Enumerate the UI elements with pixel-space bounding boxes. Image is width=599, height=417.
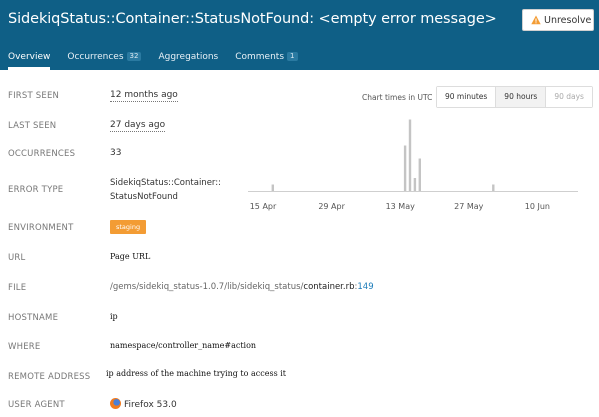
tab-comments[interactable]: Comments 1 (235, 45, 298, 70)
hostname-value: ip (110, 312, 118, 321)
where-label: WHERE (8, 342, 41, 352)
chart-times-note: Chart times in UTC (362, 93, 433, 102)
page-title: SidekiqStatus::Container::StatusNotFound… (8, 11, 497, 27)
user-agent-value: Firefox 53.0 (110, 398, 177, 410)
tab-occurrences[interactable]: Occurrences 32 (67, 45, 142, 70)
remote-address-label: REMOTE ADDRESS (8, 372, 91, 382)
warning-icon (531, 15, 541, 25)
last-seen-value[interactable]: 27 days ago (110, 120, 166, 132)
file-label: FILE (8, 283, 27, 293)
where-value: namespace/controller_name#action (110, 341, 257, 350)
issue-header: SidekiqStatus::Container::StatusNotFound… (0, 0, 599, 70)
file-line-link[interactable]: 149 (357, 282, 373, 292)
url-label: URL (8, 253, 26, 263)
error-type-value-line1: SidekiqStatus::Container:: (110, 178, 221, 188)
x-tick-label: 27 May (454, 202, 484, 211)
environment-badge: staging (110, 220, 147, 234)
chart-bar[interactable] (271, 184, 274, 192)
range-90-minutes-button[interactable]: 90 minutes (437, 87, 497, 107)
occurrences-value: 33 (110, 148, 122, 158)
unresolve-button[interactable]: Unresolve (522, 9, 594, 31)
occurrences-label: OCCURRENCES (8, 149, 76, 159)
range-90-hours-button[interactable]: 90 hours (496, 87, 547, 107)
tab-aggregations[interactable]: Aggregations (158, 45, 218, 70)
chart-bar[interactable] (418, 158, 421, 192)
hostname-label: HOSTNAME (8, 313, 59, 323)
x-tick-label: 10 Jun (525, 202, 550, 211)
user-agent-label: USER AGENT (8, 400, 65, 410)
remote-address-value: ip address of the machine trying to acce… (106, 369, 286, 378)
tab-label: Overview (8, 52, 51, 62)
file-path[interactable]: /gems/sidekiq_status-1.0.7/lib/sidekiq_s… (110, 282, 374, 292)
comments-count-badge: 1 (287, 52, 298, 61)
occurrences-count-badge: 32 (126, 52, 142, 61)
chart-bar[interactable] (408, 119, 412, 192)
firefox-icon (110, 398, 121, 409)
tab-label: Comments (235, 52, 285, 62)
file-name: container.rb (303, 282, 355, 292)
url-value: Page URL (110, 252, 151, 261)
tab-label: Occurrences (67, 52, 124, 62)
file-path-prefix: /gems/sidekiq_status-1.0.7/lib/sidekiq_s… (110, 282, 304, 292)
tab-overview[interactable]: Overview (8, 45, 51, 70)
occurrence-chart: 15 Apr29 Apr13 May27 May10 Jun24 Jun8 Ju… (248, 119, 578, 211)
chart-bar[interactable] (403, 145, 407, 192)
x-tick-label: 15 Apr (250, 202, 277, 211)
tab-bar: Overview Occurrences 32 Aggregations Comm… (0, 45, 298, 70)
tab-label: Aggregations (158, 52, 219, 62)
error-type-label: ERROR TYPE (8, 185, 64, 195)
chart-bar[interactable] (492, 184, 495, 192)
user-agent-text: Firefox 53.0 (124, 400, 177, 410)
chart-bar[interactable] (413, 178, 417, 191)
unresolve-label: Unresolve (544, 14, 592, 26)
last-seen-label: LAST SEEN (8, 121, 57, 131)
environment-label: ENVIRONMENT (8, 223, 74, 233)
first-seen-label: FIRST SEEN (8, 91, 60, 101)
x-tick-label: 13 May (386, 202, 416, 211)
x-tick-label: 29 Apr (318, 202, 345, 211)
first-seen-value[interactable]: 12 months ago (110, 90, 178, 102)
error-type-value-line2: StatusNotFound (110, 192, 178, 202)
range-90-days-button[interactable]: 90 days (546, 87, 592, 107)
